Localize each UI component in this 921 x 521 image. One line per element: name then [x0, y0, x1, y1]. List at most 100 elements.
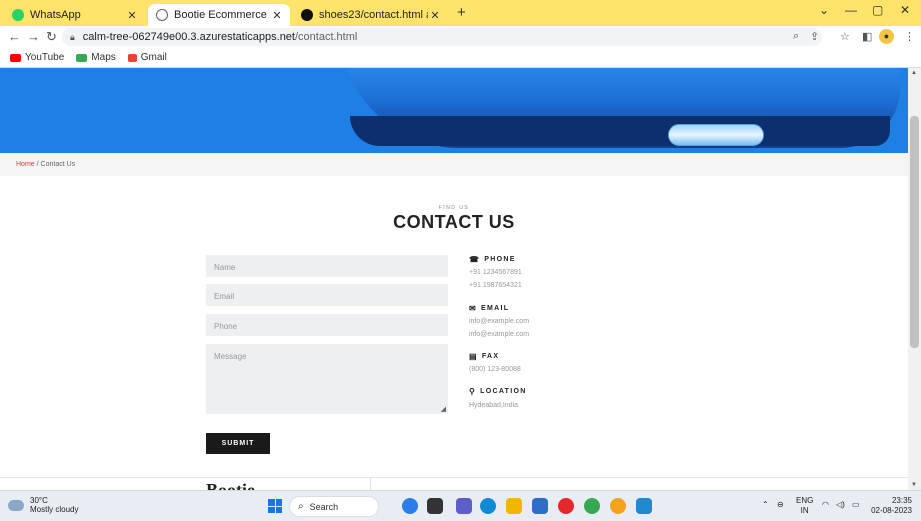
search-label: Search — [309, 501, 339, 512]
share-icon[interactable]: ⇪ — [810, 30, 819, 43]
lock-icon: 🔒︎ — [70, 31, 75, 42]
weather-temp: 30°C — [30, 496, 48, 505]
email-heading-text: EMAIL — [481, 305, 510, 312]
opera-browser-icon[interactable] — [558, 498, 574, 514]
wifi-icon[interactable]: ◠ — [822, 500, 829, 510]
forward-arrow-icon[interactable]: → — [27, 29, 40, 44]
bookmark-label: YouTube — [25, 52, 65, 63]
weather-widget[interactable]: 30°C Mostly cloudy — [8, 496, 78, 514]
bookmark-gmail[interactable]: Gmail — [127, 52, 167, 63]
vscode-app-icon[interactable] — [636, 498, 652, 514]
section-kicker: FIND US — [438, 205, 470, 211]
zoom-icon[interactable]: ⌕ — [793, 30, 799, 43]
file-manager-app-icon[interactable] — [427, 498, 443, 514]
file-explorer-icon[interactable] — [506, 498, 522, 514]
scrollbar-thumb[interactable] — [910, 116, 919, 348]
email-line-1: info@example.com — [469, 318, 530, 325]
tab-github[interactable]: shoes23/contact.html at main · B ✕ — [293, 4, 448, 26]
minimize-button[interactable]: — — [845, 3, 857, 17]
map-pin-icon: ⚲ — [469, 387, 477, 396]
location-heading-text: LOCATION — [480, 388, 527, 395]
taskbar-search[interactable]: ⌕ Search — [289, 496, 379, 517]
bookmark-label: Maps — [91, 52, 116, 63]
tab-title: shoes23/contact.html at main · B — [319, 9, 428, 21]
chrome-browser-icon[interactable] — [584, 498, 600, 514]
bookmark-maps[interactable]: Maps — [76, 52, 116, 63]
clock-time: 23:35 — [891, 496, 912, 505]
tab-search-dropdown-icon[interactable]: ⌄ — [819, 3, 829, 17]
tab-whatsapp[interactable]: WhatsApp ✕ — [4, 4, 145, 26]
windows-start-icon[interactable] — [268, 499, 282, 513]
chrome-dev-browser-icon[interactable] — [610, 498, 626, 514]
address-bar[interactable]: 🔒︎ calm-tree-062749e00.3.azurestaticapps… — [62, 28, 822, 46]
clock[interactable]: 23:35 02-08-2023 — [870, 496, 912, 516]
volume-icon[interactable]: ◁) — [836, 500, 845, 510]
whatsapp-icon — [12, 9, 24, 21]
location-line-1: Hydeabad,India — [469, 402, 519, 409]
tray-overflow-chevron-icon[interactable]: ⌃ — [762, 500, 769, 510]
email-field[interactable]: Email — [206, 284, 448, 306]
phone-heading: ☎ PHONE — [469, 255, 516, 264]
network-drive-icon[interactable]: ⊖ — [777, 500, 784, 510]
name-field[interactable]: Name — [206, 255, 448, 277]
maximize-button[interactable]: ▢ — [872, 3, 883, 17]
tab-title: WhatsApp — [30, 9, 81, 21]
bookmark-label: Gmail — [140, 52, 167, 63]
github-icon — [301, 9, 313, 21]
bookmark-youtube[interactable]: YouTube — [10, 52, 64, 63]
search-icon: ⌕ — [298, 501, 304, 512]
breadcrumb-current: Contact Us — [40, 161, 76, 168]
message-textarea[interactable]: Message ◢ — [206, 344, 448, 414]
bing-app-icon[interactable] — [402, 498, 418, 514]
submit-button[interactable]: SUBMIT — [206, 433, 270, 454]
close-window-button[interactable]: ✕ — [900, 3, 910, 17]
phone-icon: ☎ — [469, 255, 481, 264]
close-tab-icon[interactable]: ✕ — [125, 9, 139, 22]
menu-icon[interactable]: ⋮ — [904, 30, 915, 43]
edge-browser-icon[interactable] — [480, 498, 496, 514]
browser-toolbar: ← → ↻ 🔒︎ calm-tree-062749e00.3.azurestat… — [0, 26, 921, 48]
page-content: Home / Contact Us FIND US CONTACT US Nam… — [0, 68, 908, 490]
os-taskbar: 30°C Mostly cloudy ⌕ Search ⌃ ⊖ ENG IN ◠… — [0, 490, 921, 521]
browser-tab-strip: WhatsApp ✕ Bootie Ecommerce Bootstrap Re… — [0, 0, 921, 26]
fax-heading: ▤ FAX — [469, 352, 499, 361]
breadcrumb: Home / Contact Us — [0, 153, 908, 176]
language-indicator[interactable]: ENG IN — [796, 496, 813, 516]
url-host: calm-tree-062749e00.3.azurestaticapps.ne… — [82, 31, 295, 43]
page-scrollbar[interactable]: ▲ ▼ — [908, 68, 921, 490]
email-heading: ✉ EMAIL — [469, 304, 509, 313]
close-tab-icon[interactable]: ✕ — [428, 9, 442, 22]
close-tab-icon[interactable]: ✕ — [270, 9, 284, 22]
scroll-up-icon[interactable]: ▲ — [911, 70, 917, 76]
footer-divider — [0, 477, 908, 478]
reload-icon[interactable]: ↻ — [46, 29, 57, 45]
language-bottom: IN — [800, 506, 809, 515]
cloud-icon — [8, 499, 24, 511]
shoe-sole-image — [350, 116, 890, 146]
scroll-down-icon[interactable]: ▼ — [911, 482, 917, 488]
breadcrumb-home-link[interactable]: Home — [16, 161, 35, 168]
clock-date: 02-08-2023 — [871, 506, 912, 515]
new-tab-button[interactable]: + — [457, 4, 466, 21]
phone-line-1: +91 1234567891 — [469, 269, 522, 276]
sidepanel-icon[interactable]: ◧ — [862, 30, 872, 43]
battery-icon[interactable]: ▭ — [852, 500, 860, 510]
phone-line-2: +91 1987654321 — [469, 282, 522, 289]
url-path: /contact.html — [294, 31, 358, 43]
message-placeholder: Message — [214, 352, 247, 361]
resize-handle-icon[interactable]: ◢ — [441, 405, 446, 413]
page-title: CONTACT US — [393, 212, 515, 232]
bookmarks-bar: YouTube Maps Gmail — [0, 48, 921, 68]
profile-avatar[interactable]: ● — [879, 29, 894, 44]
globe-icon — [156, 9, 168, 21]
tab-bootie[interactable]: Bootie Ecommerce Bootstrap Res ✕ — [148, 4, 290, 26]
phone-field[interactable]: Phone — [206, 314, 448, 336]
youtube-icon — [10, 53, 21, 62]
shoe-air-unit-image — [668, 124, 764, 146]
teams-app-icon[interactable] — [456, 498, 472, 514]
bookmark-star-icon[interactable]: ☆ — [840, 30, 850, 43]
avatar-glyph: ● — [883, 31, 890, 41]
fax-heading-text: FAX — [481, 353, 500, 360]
back-arrow-icon[interactable]: ← — [8, 29, 21, 44]
store-app-icon[interactable] — [532, 498, 548, 514]
